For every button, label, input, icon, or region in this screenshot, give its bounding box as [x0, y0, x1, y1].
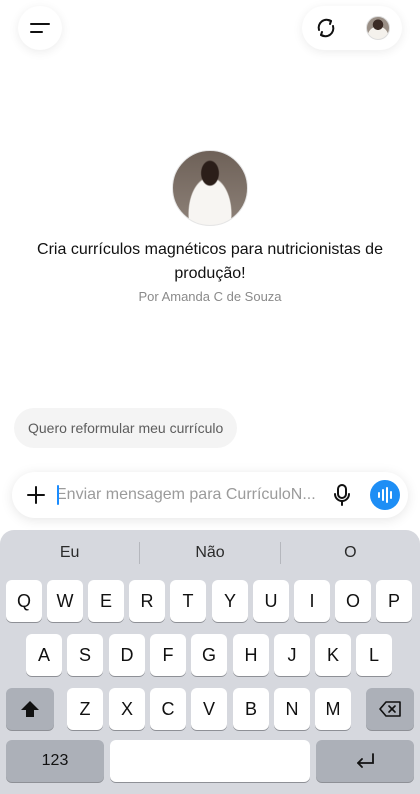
- key-l[interactable]: L: [356, 634, 392, 676]
- user-avatar[interactable]: [366, 16, 390, 40]
- key-b[interactable]: B: [233, 688, 269, 730]
- menu-icon: [30, 23, 50, 33]
- new-chat-button[interactable]: [312, 14, 340, 42]
- key-e[interactable]: E: [88, 580, 124, 622]
- return-key[interactable]: [316, 740, 414, 782]
- key-g[interactable]: G: [191, 634, 227, 676]
- key-p[interactable]: P: [376, 580, 412, 622]
- key-w[interactable]: W: [47, 580, 83, 622]
- menu-button[interactable]: [18, 6, 62, 50]
- key-c[interactable]: C: [150, 688, 186, 730]
- backspace-key[interactable]: [366, 688, 414, 730]
- attach-button[interactable]: [22, 481, 50, 509]
- key-q[interactable]: Q: [6, 580, 42, 622]
- key-o[interactable]: O: [335, 580, 371, 622]
- suggestion-chip[interactable]: Quero reformular meu currículo: [14, 408, 238, 448]
- return-icon: [357, 753, 374, 768]
- voice-mode-button[interactable]: [370, 480, 400, 510]
- on-screen-keyboard: Eu Não O Q W E R T Y U I O P A S D F G H…: [0, 530, 420, 794]
- key-a[interactable]: A: [26, 634, 62, 676]
- gpt-profile: Cria currículos magnéticos para nutricio…: [0, 150, 420, 304]
- shift-key[interactable]: [6, 688, 54, 730]
- space-key[interactable]: [110, 740, 310, 782]
- prediction-1[interactable]: Eu: [0, 544, 139, 562]
- top-actions: [302, 6, 402, 50]
- key-x[interactable]: X: [109, 688, 145, 730]
- message-composer: [12, 472, 408, 518]
- key-k[interactable]: K: [315, 634, 351, 676]
- gpt-description: Cria currículos magnéticos para nutricio…: [37, 241, 383, 282]
- refresh-chat-icon: [317, 18, 335, 38]
- key-v[interactable]: V: [191, 688, 227, 730]
- gpt-avatar: [172, 150, 248, 226]
- key-r[interactable]: R: [129, 580, 165, 622]
- key-h[interactable]: H: [233, 634, 269, 676]
- key-z[interactable]: Z: [67, 688, 103, 730]
- gpt-author: Por Amanda C de Souza: [138, 289, 282, 304]
- key-n[interactable]: N: [274, 688, 310, 730]
- prediction-3[interactable]: O: [281, 544, 420, 562]
- plus-icon: [27, 486, 45, 504]
- message-input[interactable]: [56, 478, 326, 512]
- text-caret: [57, 485, 59, 505]
- key-j[interactable]: J: [274, 634, 310, 676]
- key-s[interactable]: S: [67, 634, 103, 676]
- top-bar: [0, 0, 420, 56]
- key-u[interactable]: U: [253, 580, 289, 622]
- key-t[interactable]: T: [170, 580, 206, 622]
- key-d[interactable]: D: [109, 634, 145, 676]
- prediction-bar: Eu Não O: [0, 538, 420, 568]
- prediction-2[interactable]: Não: [140, 544, 279, 562]
- shift-icon: [21, 701, 39, 717]
- key-f[interactable]: F: [150, 634, 186, 676]
- voice-waveform-icon: [378, 487, 392, 503]
- key-i[interactable]: I: [294, 580, 330, 622]
- microphone-icon: [334, 484, 350, 506]
- key-m[interactable]: M: [315, 688, 351, 730]
- key-y[interactable]: Y: [212, 580, 248, 622]
- backspace-icon: [379, 701, 401, 717]
- numbers-key[interactable]: 123: [6, 740, 104, 782]
- dictation-button[interactable]: [328, 481, 356, 509]
